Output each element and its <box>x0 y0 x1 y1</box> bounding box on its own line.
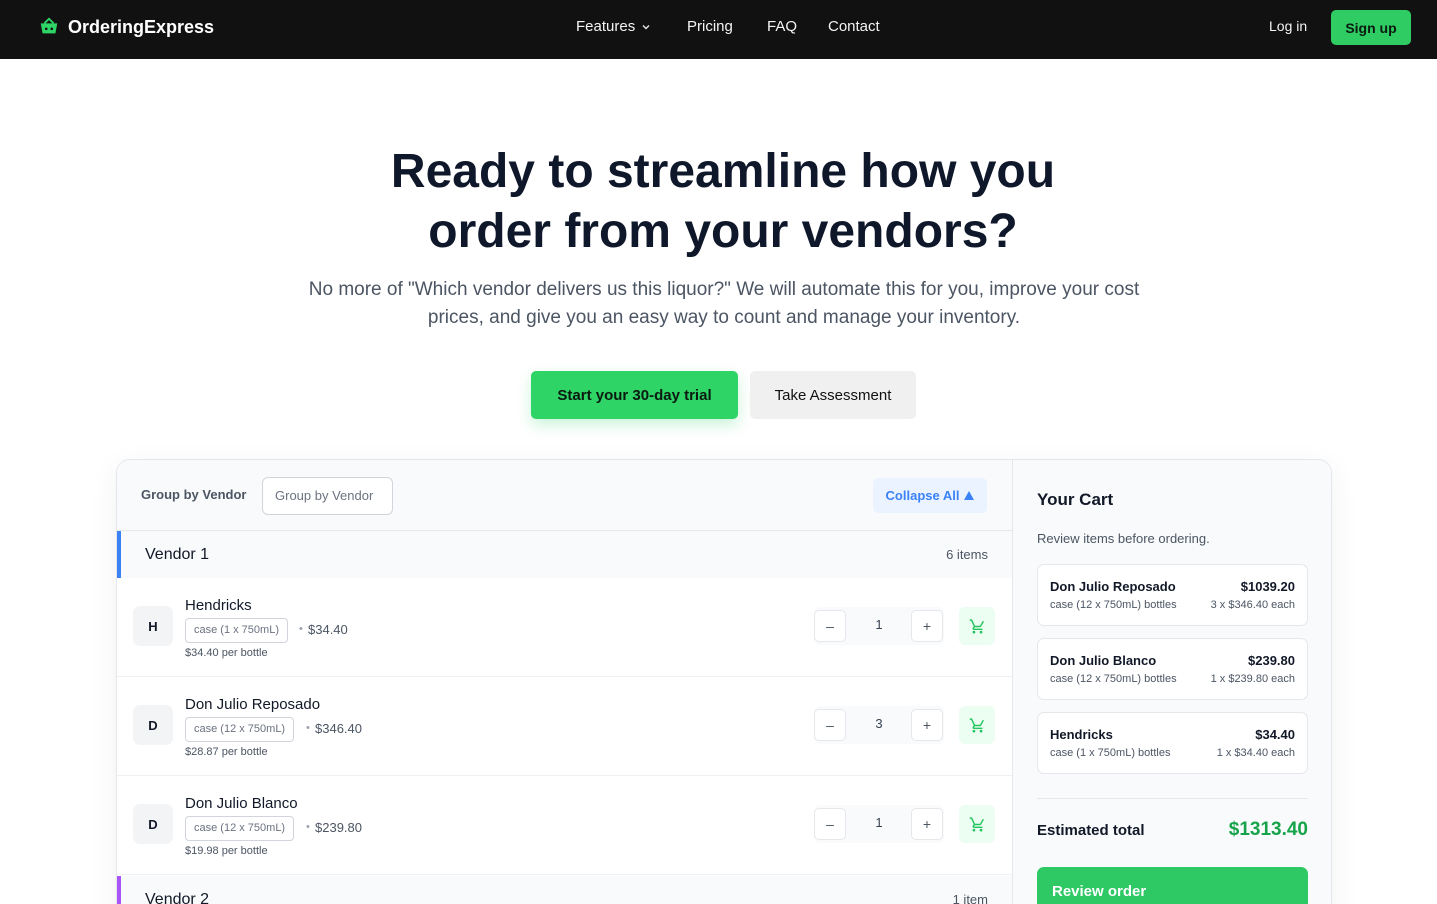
vendor-group-header[interactable]: Vendor 1 6 items <box>117 531 1012 578</box>
minus-icon[interactable]: – <box>814 808 846 840</box>
vendor-item-count: 1 item <box>952 892 988 904</box>
signup-button[interactable]: Sign up <box>1331 10 1411 45</box>
nav-faq[interactable]: FAQ <box>767 18 797 35</box>
nav-pricing[interactable]: Pricing <box>687 18 733 35</box>
product-price: $346.40 <box>315 721 362 736</box>
unit-badge[interactable]: case (1 x 750mL) <box>185 618 288 643</box>
product-list-panel: Group by Vendor Group by Vendor Collapse… <box>117 460 1012 904</box>
nav-features[interactable]: Features <box>576 18 666 35</box>
list-toolbar: Group by Vendor Group by Vendor Collapse… <box>117 460 1012 531</box>
separator-dot: • <box>306 722 310 734</box>
group-by-label: Group by Vendor <box>141 487 247 502</box>
hero-subtitle-line-1: No more of "Which vendor delivers us thi… <box>308 279 1140 300</box>
hero-subtitle-line-2: prices, and give you an easy way to coun… <box>427 307 1021 328</box>
minus-icon[interactable]: – <box>814 709 846 741</box>
nav-contact[interactable]: Contact <box>828 18 880 35</box>
cart-item-unit: case (12 x 750mL) bottles <box>1050 673 1177 685</box>
cart-item[interactable]: Don Julio Blanco $239.80 case (12 x 750m… <box>1037 638 1308 700</box>
cart-item-name: Don Julio Reposado <box>1050 579 1176 594</box>
per-bottle-price: $34.40 per bottle <box>185 647 268 659</box>
hero-title: Ready to streamline how you order from y… <box>318 142 1128 262</box>
shopping-basket-icon <box>40 17 58 34</box>
product-row: D Don Julio Reposado case (12 x 750mL) •… <box>117 677 1012 776</box>
cart-item-total: $239.80 <box>1248 653 1295 668</box>
separator-dot: • <box>299 623 303 635</box>
top-navbar: OrderingExpress Features Pricing FAQ Con… <box>0 0 1437 59</box>
minus-icon[interactable]: – <box>814 610 846 642</box>
hero-subtitle: No more of "Which vendor delivers us thi… <box>278 276 1170 332</box>
vendor-group-header[interactable]: Vendor 2 1 item <box>117 876 1012 904</box>
product-name: Hendricks <box>185 597 252 614</box>
add-to-cart-button[interactable] <box>959 805 995 843</box>
product-price: $239.80 <box>315 820 362 835</box>
start-trial-button[interactable]: Start your 30-day trial <box>531 371 738 419</box>
quantity-value[interactable]: 1 <box>848 617 910 632</box>
add-to-cart-button[interactable] <box>959 706 995 744</box>
cart-title: Your Cart <box>1037 490 1114 509</box>
per-bottle-price: $28.87 per bottle <box>185 746 268 758</box>
cart-item-total: $1039.20 <box>1240 579 1295 594</box>
estimated-total-value: $1313.40 <box>1228 819 1308 840</box>
cart-icon <box>969 717 984 733</box>
cart-icon <box>969 618 984 634</box>
hero-title-line-1: Ready to streamline how you <box>390 145 1056 198</box>
separator-dot: • <box>306 821 310 833</box>
cart-subtitle: Review items before ordering. <box>1037 531 1210 546</box>
product-row: H Hendricks case (1 x 750mL) • $34.40 $3… <box>117 578 1012 677</box>
quantity-stepper: – 1 + <box>814 607 944 645</box>
vendor-name: Vendor 1 <box>145 546 210 563</box>
ordering-demo-panel: Group by Vendor Group by Vendor Collapse… <box>116 459 1332 904</box>
cart-item-unit: case (1 x 750mL) bottles <box>1050 747 1171 759</box>
add-to-cart-button[interactable] <box>959 607 995 645</box>
quantity-stepper: – 1 + <box>814 805 944 843</box>
cart-item-each: 1 x $239.80 each <box>1210 673 1295 685</box>
quantity-value[interactable]: 3 <box>848 716 910 731</box>
review-order-button[interactable]: Review order <box>1037 867 1308 904</box>
cart-divider <box>1037 798 1308 799</box>
unit-badge[interactable]: case (12 x 750mL) <box>185 816 295 841</box>
cart-item-name: Don Julio Blanco <box>1050 653 1157 668</box>
product-name: Don Julio Blanco <box>185 795 298 812</box>
plus-icon[interactable]: + <box>911 808 943 840</box>
group-by-select[interactable]: Group by Vendor <box>262 477 393 515</box>
hero-title-line-2: order from your vendors? <box>428 205 1018 258</box>
login-link[interactable]: Log in <box>1269 18 1307 34</box>
estimated-total-label: Estimated total <box>1037 822 1145 839</box>
cart-item-unit: case (12 x 750mL) bottles <box>1050 599 1177 611</box>
cart-item-name: Hendricks <box>1050 727 1113 742</box>
cart-item[interactable]: Hendricks $34.40 case (1 x 750mL) bottle… <box>1037 712 1308 774</box>
vendor-item-count: 6 items <box>946 547 988 562</box>
chevron-down-icon <box>642 24 650 29</box>
cart-item[interactable]: Don Julio Reposado $1039.20 case (12 x 7… <box>1037 564 1308 626</box>
cart-item-total: $34.40 <box>1255 727 1295 742</box>
cart-panel: Your Cart Review items before ordering. … <box>1012 460 1331 904</box>
product-row: D Don Julio Blanco case (12 x 750mL) • $… <box>117 776 1012 875</box>
per-bottle-price: $19.98 per bottle <box>185 845 268 857</box>
plus-icon[interactable]: + <box>911 610 943 642</box>
cart-item-each: 3 x $346.40 each <box>1210 599 1295 611</box>
cart-item-each: 1 x $34.40 each <box>1216 747 1295 759</box>
vendor-name: Vendor 2 <box>145 891 210 904</box>
brand-name: OrderingExpress <box>68 16 215 37</box>
cart-icon <box>969 816 984 832</box>
take-assessment-button[interactable]: Take Assessment <box>750 371 916 419</box>
quantity-stepper: – 3 + <box>814 706 944 744</box>
nav-features-label: Features <box>576 18 636 35</box>
collapse-all-label: Collapse All <box>885 488 960 503</box>
brand-logo[interactable]: OrderingExpress <box>38 16 214 38</box>
quantity-value[interactable]: 1 <box>848 815 910 830</box>
triangle-up-icon <box>964 491 975 500</box>
product-avatar: D <box>133 705 173 745</box>
product-price: $34.40 <box>308 622 348 637</box>
product-name: Don Julio Reposado <box>185 696 321 713</box>
collapse-all-button[interactable]: Collapse All <box>873 478 987 513</box>
unit-badge[interactable]: case (12 x 750mL) <box>185 717 295 742</box>
product-avatar: D <box>133 804 173 844</box>
plus-icon[interactable]: + <box>911 709 943 741</box>
product-avatar: H <box>133 606 173 646</box>
